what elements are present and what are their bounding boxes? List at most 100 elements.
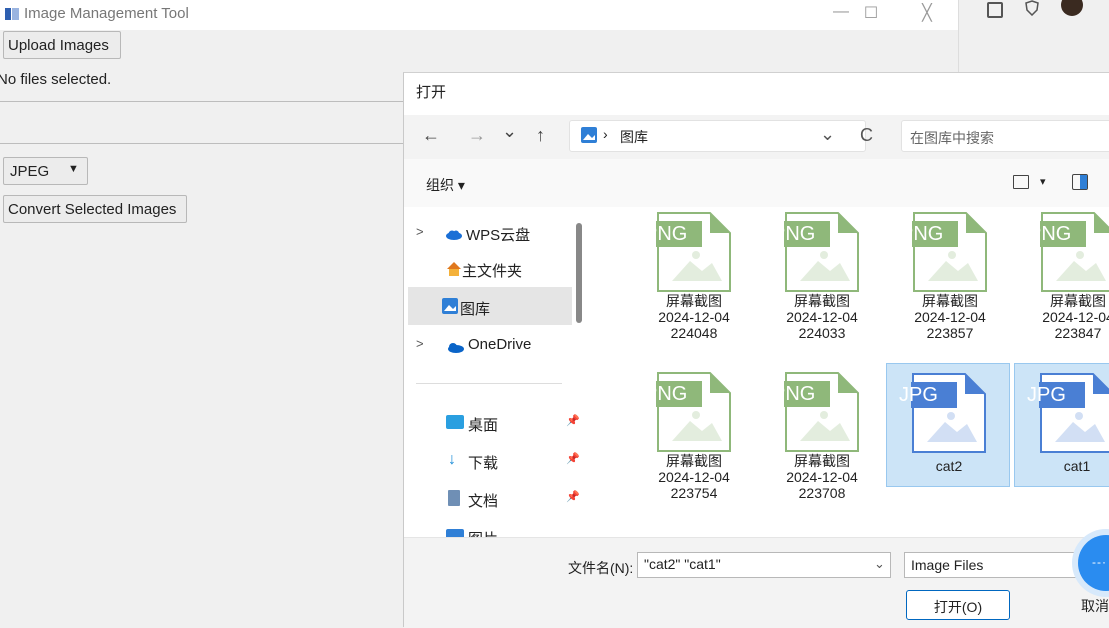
shield-icon[interactable] [1025, 0, 1039, 17]
minimize-button[interactable]: — [826, 3, 856, 25]
search-placeholder: 在图库中搜索 [910, 130, 994, 146]
quick-access-pictures[interactable]: 图片 [416, 519, 586, 537]
file-name-line: 2024-12-04 [658, 469, 730, 485]
sidebar-item-gallery[interactable]: 图库 [408, 287, 572, 325]
file-name-line: cat1 [1063, 458, 1091, 474]
file-tile[interactable]: PNG 屏幕截图 2024-12-04 224048 [632, 193, 756, 341]
quick-access-documents[interactable]: 文档 📌 [416, 481, 586, 517]
maximize-button[interactable]: ☐ [856, 3, 886, 25]
convert-images-button[interactable]: Convert Selected Images [3, 195, 187, 223]
sidebar-divider [416, 383, 562, 384]
filename-label: 文件名(N): [568, 560, 634, 576]
preview-pane-icon[interactable] [1072, 174, 1088, 190]
refresh-icon[interactable]: C [860, 125, 873, 146]
file-name-line: 223857 [926, 325, 974, 341]
upload-images-button[interactable]: Upload Images [3, 31, 121, 59]
pictures-icon [446, 529, 464, 537]
quick-access-label: 下载 [468, 455, 499, 472]
document-icon [448, 490, 460, 506]
format-select[interactable]: JPEG ▼ [3, 157, 88, 185]
quick-access-downloads[interactable]: ↓ 下载 📌 [416, 443, 586, 479]
recent-chevron-icon[interactable]: ⌄ [502, 121, 517, 142]
file-name-line: 223708 [798, 485, 846, 501]
expand-chevron-icon[interactable]: > [416, 224, 424, 239]
file-tile[interactable]: JPG cat2 [886, 363, 1010, 487]
onedrive-icon [446, 340, 464, 353]
close-button[interactable]: ╳ [912, 3, 942, 25]
pin-icon[interactable]: 📌 [566, 452, 580, 465]
file-grid: PNG 屏幕截图 2024-12-04 224048 PNG 屏幕截图 2024-12-04… [594, 207, 1109, 537]
file-type-label: PNG [1028, 223, 1072, 245]
address-dropdown-icon[interactable]: ⌄ [820, 124, 835, 145]
quick-access-desktop[interactable]: 桌面 📌 [416, 405, 586, 441]
pin-icon[interactable]: 📌 [566, 490, 580, 503]
dots-icon: --· [1092, 555, 1107, 569]
quick-access-label: 文档 [468, 493, 499, 510]
file-name-line: 223754 [670, 485, 718, 501]
quick-access-label: 图片 [468, 528, 498, 537]
dialog-footer: 文件名(N): "cat2" "cat1" ⌄ Image Files 打开(O… [404, 537, 1109, 628]
file-type-label: PNG [772, 223, 816, 245]
file-type-label: PNG [644, 383, 688, 405]
file-name-line: 屏幕截图 [1050, 293, 1106, 309]
sidebar-item-wps-cloud[interactable]: > WPS云盘 [416, 215, 576, 251]
open-file-dialog: 打开 ← → ⌄ ↑ › 图库 ⌄ C 在图库中搜索 组织 ▾ ▾ > WPS云… [403, 72, 1109, 628]
window-icon[interactable] [987, 2, 1003, 18]
cancel-button[interactable]: 取消 [1023, 590, 1109, 620]
divider [0, 143, 403, 144]
file-type-label: JPG [1027, 384, 1066, 406]
file-type-label: PNG [900, 223, 944, 245]
forward-arrow-icon[interactable]: → [468, 125, 486, 146]
dialog-title: 打开 [416, 84, 447, 101]
file-name: 屏幕截图 2024-12-04 224033 [760, 293, 884, 341]
open-button[interactable]: 打开(O) [906, 590, 1010, 620]
filename-value: "cat2" "cat1" [644, 556, 721, 572]
dialog-navbar: ← → ⌄ ↑ › 图库 ⌄ C 在图库中搜索 [404, 115, 1109, 159]
organize-button[interactable]: 组织 ▾ [426, 175, 465, 195]
home-icon [446, 261, 462, 277]
expand-chevron-icon[interactable]: > [416, 336, 424, 351]
app-icon [5, 7, 19, 20]
avatar[interactable] [1061, 0, 1083, 16]
file-tile[interactable]: PNG 屏幕截图 2024-12-04 223708 [760, 353, 884, 501]
file-tile[interactable]: PNG 屏幕截图 2024-12-04 223847 [1016, 193, 1109, 341]
sidebar-scrollbar[interactable] [576, 223, 582, 323]
view-mode-icon[interactable] [1013, 175, 1029, 189]
file-tile[interactable]: JPG cat1 [1014, 363, 1109, 487]
app-title: Image Management Tool [24, 5, 189, 22]
file-tile[interactable]: PNG 屏幕截图 2024-12-04 223754 [632, 353, 756, 501]
filename-dropdown-icon[interactable]: ⌄ [874, 556, 885, 572]
file-name-line: 屏幕截图 [922, 293, 978, 309]
file-name-line: 2024-12-04 [658, 309, 730, 325]
file-name-line: 屏幕截图 [666, 453, 722, 469]
cloud-icon [446, 227, 462, 240]
file-name-line: 2024-12-04 [786, 309, 858, 325]
download-icon: ↓ [448, 451, 456, 468]
gallery-icon [442, 298, 458, 314]
pin-icon[interactable]: 📌 [566, 414, 580, 427]
desktop-icon [446, 415, 464, 429]
address-bar[interactable]: › 图库 ⌄ [569, 120, 866, 152]
file-name-line: 屏幕截图 [666, 293, 722, 309]
file-name-line: 2024-12-04 [914, 309, 986, 325]
address-separator: › [603, 126, 608, 142]
file-name: 屏幕截图 2024-12-04 224048 [632, 293, 756, 341]
file-tile[interactable]: PNG 屏幕截图 2024-12-04 224033 [760, 193, 884, 341]
file-name-line: 屏幕截图 [794, 453, 850, 469]
navigation-pane: > WPS云盘 主文件夹 图库 > OneDrive 桌面 📌 ↓ 下载 📌 文… [404, 207, 594, 537]
file-tile[interactable]: PNG 屏幕截图 2024-12-04 223857 [888, 193, 1012, 341]
file-name-line: 屏幕截图 [794, 293, 850, 309]
up-arrow-icon[interactable]: ↑ [536, 125, 545, 146]
file-type-label: PNG [644, 223, 688, 245]
sidebar-item-onedrive[interactable]: > OneDrive [416, 327, 576, 363]
file-name: 屏幕截图 2024-12-04 223847 [1016, 293, 1109, 341]
filename-input[interactable]: "cat2" "cat1" ⌄ [637, 552, 891, 578]
file-name-line: 2024-12-04 [1042, 309, 1109, 325]
view-options-chevron-icon[interactable]: ▾ [1040, 175, 1046, 188]
address-location[interactable]: 图库 [620, 127, 648, 147]
sidebar-item-home[interactable]: 主文件夹 [416, 251, 576, 287]
file-name: 屏幕截图 2024-12-04 223708 [760, 453, 884, 501]
search-box[interactable]: 在图库中搜索 [901, 120, 1109, 152]
back-arrow-icon[interactable]: ← [422, 125, 440, 146]
file-name-line: 224048 [670, 325, 718, 341]
